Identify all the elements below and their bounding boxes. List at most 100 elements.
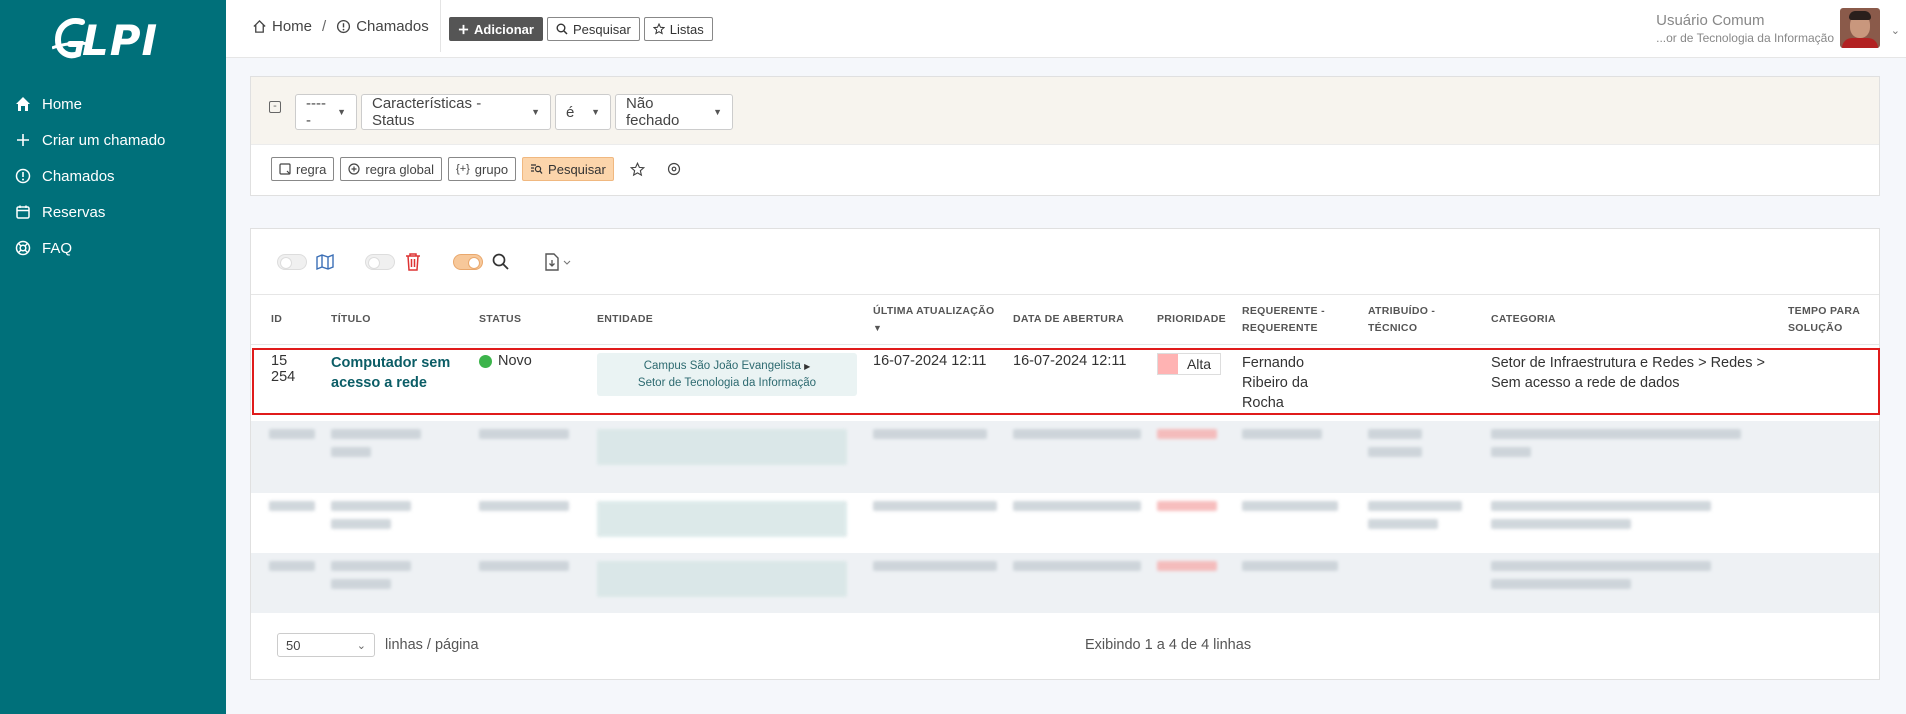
map-toggle[interactable] bbox=[277, 254, 307, 270]
sidebar-item-label: Chamados bbox=[42, 167, 115, 185]
remove-criteria-icon[interactable]: - bbox=[269, 101, 281, 113]
caret-down-icon: ▼ bbox=[591, 107, 600, 117]
sidebar-item-label: Criar um chamado bbox=[42, 131, 166, 149]
export-icon[interactable] bbox=[541, 250, 575, 274]
header-actions: Adicionar Pesquisar Listas bbox=[449, 17, 713, 41]
add-group-button[interactable]: {+} grupo bbox=[448, 157, 517, 181]
lists-button[interactable]: Listas bbox=[643, 17, 713, 41]
add-global-rule-label: regra global bbox=[365, 161, 435, 177]
column-header-priority[interactable]: Prioridade bbox=[1149, 294, 1234, 345]
sidebar-item-reservations[interactable]: Reservas bbox=[0, 194, 226, 230]
sidebar: LPI Home Criar um chamado Chamados Reser… bbox=[0, 0, 226, 714]
trash-icon[interactable] bbox=[401, 250, 425, 274]
glpi-logo[interactable]: LPI bbox=[52, 14, 162, 65]
search-button[interactable]: Pesquisar bbox=[546, 17, 640, 41]
lifebuoy-icon bbox=[14, 239, 32, 257]
calendar-icon bbox=[14, 203, 32, 221]
home-icon bbox=[14, 95, 32, 113]
avatar[interactable] bbox=[1840, 8, 1880, 48]
results-toolbar bbox=[277, 249, 575, 275]
breadcrumb-separator: / bbox=[322, 18, 327, 35]
run-search-button[interactable]: Pesquisar bbox=[522, 157, 614, 181]
link-select[interactable]: ----- ▼ bbox=[295, 94, 357, 130]
status-new-icon bbox=[479, 354, 492, 368]
breadcrumb-home[interactable]: Home bbox=[252, 18, 312, 35]
breadcrumb: Home / Chamados bbox=[252, 18, 429, 35]
cell-assigned bbox=[1360, 345, 1483, 422]
column-header-opening-date[interactable]: Data de abertura bbox=[1005, 294, 1149, 345]
sidebar-nav: Home Criar um chamado Chamados Reservas … bbox=[0, 86, 226, 266]
sidebar-item-home[interactable]: Home bbox=[0, 86, 226, 122]
cell-requester: Fernando Ribeiro da Rocha bbox=[1241, 355, 1309, 411]
reset-search-icon[interactable] bbox=[662, 157, 686, 181]
criteria-value-select[interactable]: Não fechado ▼ bbox=[615, 94, 733, 130]
field-select[interactable]: Características - Status ▼ bbox=[361, 94, 551, 130]
entity-badge[interactable]: Campus São João Evangelista ▶ Setor de T… bbox=[597, 353, 857, 396]
home-outline-icon bbox=[253, 19, 266, 33]
save-search-star-icon[interactable] bbox=[626, 157, 650, 181]
column-header-category[interactable]: Categoria bbox=[1482, 294, 1780, 345]
page-size-value: 50 bbox=[286, 637, 301, 653]
sidebar-item-faq[interactable]: FAQ bbox=[0, 230, 226, 266]
header-divider bbox=[440, 0, 441, 52]
operator-select[interactable]: é ▼ bbox=[555, 94, 611, 130]
user-name: Usuário Comum bbox=[1656, 12, 1765, 29]
map-icon[interactable] bbox=[313, 250, 337, 274]
table-row-blurred[interactable] bbox=[251, 493, 1879, 553]
criteria-row: - ----- ▼ Características - Status ▼ é ▼ Nã… bbox=[251, 77, 1879, 145]
sort-desc-icon: ▼ bbox=[873, 322, 883, 333]
add-button-label: Adicionar bbox=[474, 21, 534, 37]
trash-toggle[interactable] bbox=[365, 254, 395, 270]
column-header-requester[interactable]: Requerente - Requerente bbox=[1233, 294, 1360, 345]
search-icon bbox=[556, 23, 568, 35]
search-button-label: Pesquisar bbox=[572, 21, 631, 37]
search-panel-toggle[interactable] bbox=[453, 254, 483, 270]
sidebar-item-label: FAQ bbox=[42, 239, 73, 257]
cell-status: Novo bbox=[471, 345, 589, 422]
column-header-id[interactable]: ID bbox=[251, 294, 323, 345]
cell-id: 15 254 bbox=[271, 353, 296, 385]
caret-down-icon: ▼ bbox=[713, 107, 722, 117]
add-global-rule-button[interactable]: regra global bbox=[340, 157, 443, 181]
caret-down-icon: ▼ bbox=[337, 107, 346, 117]
search-icon[interactable] bbox=[489, 250, 513, 274]
table-row[interactable]: 15 254 Computador sem acesso a rede Novo … bbox=[251, 345, 1879, 422]
column-header-solution-time[interactable]: Tempo para solução bbox=[1779, 294, 1879, 345]
braces-plus-icon: {+} bbox=[456, 163, 470, 175]
chevron-down-icon[interactable]: ⌄ bbox=[1891, 24, 1900, 37]
cell-solution-time bbox=[1780, 345, 1879, 422]
alert-circle-icon bbox=[14, 167, 32, 185]
plus-icon bbox=[458, 24, 469, 34]
sidebar-item-label: Home bbox=[42, 95, 83, 113]
column-header-last-update[interactable]: Última atualização ▼ bbox=[865, 294, 1005, 345]
cell-entity: Campus São João Evangelista ▶ Setor de T… bbox=[589, 345, 865, 422]
field-select-value: Características - Status bbox=[372, 95, 482, 129]
page-size-select[interactable]: 50 ⌄ bbox=[277, 633, 375, 657]
breadcrumb-home-label: Home bbox=[272, 18, 313, 35]
list-search-icon bbox=[531, 164, 543, 174]
plus-icon bbox=[14, 131, 32, 149]
breadcrumb-tickets-label: Chamados bbox=[356, 18, 429, 35]
rows-per-page-label: linhas / página bbox=[385, 637, 479, 653]
breadcrumb-tickets[interactable]: Chamados bbox=[336, 18, 429, 35]
cell-title[interactable]: Computador sem acesso a rede bbox=[323, 345, 471, 422]
search-actions: regra regra global {+} grupo Pesquisar bbox=[271, 157, 686, 181]
column-header-title[interactable]: Título bbox=[323, 294, 471, 345]
column-header-status[interactable]: Status bbox=[471, 294, 589, 345]
sidebar-item-create-ticket[interactable]: Criar um chamado bbox=[0, 122, 226, 158]
user-menu[interactable]: Usuário Comum ...or de Tecnologia da Inf… bbox=[1656, 12, 1834, 45]
add-rule-button[interactable]: regra bbox=[271, 157, 335, 181]
top-header: Home / Chamados Adicionar Pesquisar List… bbox=[226, 0, 1906, 58]
column-header-entity[interactable]: Entidade bbox=[589, 294, 865, 345]
table-row-blurred[interactable] bbox=[251, 421, 1879, 493]
add-button[interactable]: Adicionar bbox=[449, 17, 543, 41]
sidebar-item-tickets[interactable]: Chamados bbox=[0, 158, 226, 194]
results-card: ID Título Status Entidade Última atualiz… bbox=[250, 228, 1880, 680]
status-label: Novo bbox=[498, 353, 532, 369]
column-header-assigned[interactable]: Atribuído - Técnico bbox=[1359, 294, 1483, 345]
tickets-table: ID Título Status Entidade Última atualiz… bbox=[251, 294, 1879, 613]
operator-select-value: é bbox=[566, 103, 575, 121]
criteria-value: Não fechado bbox=[626, 95, 680, 129]
ticket-title-link[interactable]: Computador sem acesso a rede bbox=[331, 353, 463, 393]
table-row-blurred[interactable] bbox=[251, 553, 1879, 613]
